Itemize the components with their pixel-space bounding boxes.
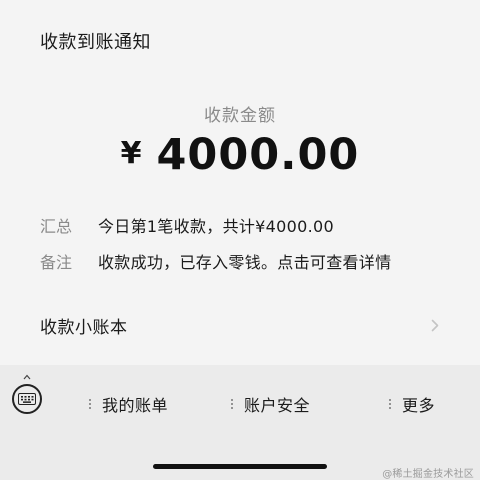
detail-row-remark: 备注 收款成功，已存入零钱。点击可查看详情: [40, 249, 391, 273]
menu-dots-icon: [88, 399, 92, 409]
detail-row-summary: 汇总 今日第1笔收款，共计¥4000.00: [40, 213, 334, 237]
notification-page: 收款到账通知 收款金额 ¥4000.00 汇总 今日第1笔收款，共计¥4000.…: [0, 0, 480, 480]
menu-my-bill[interactable]: 我的账单: [88, 392, 168, 416]
detail-key: 备注: [40, 253, 73, 272]
detail-value: 今日第1笔收款，共计¥4000.00: [98, 217, 334, 236]
keyboard-toggle-arrow-icon: [23, 374, 31, 380]
menu-more[interactable]: 更多: [388, 392, 435, 416]
detail-key: 汇总: [40, 217, 73, 236]
menu-dots-icon: [230, 399, 234, 409]
amount-value: 4000.00: [156, 130, 360, 180]
keyboard-icon[interactable]: [12, 384, 42, 414]
menu-label: 更多: [402, 396, 436, 415]
notification-card[interactable]: 收款到账通知 收款金额 ¥4000.00 汇总 今日第1笔收款，共计¥4000.…: [0, 0, 480, 365]
bottom-menu-bar: 我的账单 账户安全 更多: [0, 374, 480, 434]
home-indicator[interactable]: [153, 464, 327, 469]
menu-dots-icon: [388, 399, 392, 409]
amount-label: 收款金额: [204, 106, 276, 126]
ledger-label: 收款小账本: [40, 317, 128, 338]
notification-title: 收款到账通知: [40, 32, 151, 53]
menu-account-security[interactable]: 账户安全: [230, 392, 310, 416]
menu-label: 我的账单: [102, 396, 169, 415]
detail-value: 收款成功，已存入零钱。点击可查看详情: [98, 253, 392, 272]
ledger-row[interactable]: 收款小账本: [0, 303, 480, 347]
chevron-right-icon: [428, 318, 442, 332]
amount-display: ¥4000.00: [0, 128, 480, 181]
currency-symbol: ¥: [120, 136, 143, 171]
watermark: @稀土掘金技术社区: [382, 469, 474, 480]
menu-label: 账户安全: [244, 396, 311, 415]
